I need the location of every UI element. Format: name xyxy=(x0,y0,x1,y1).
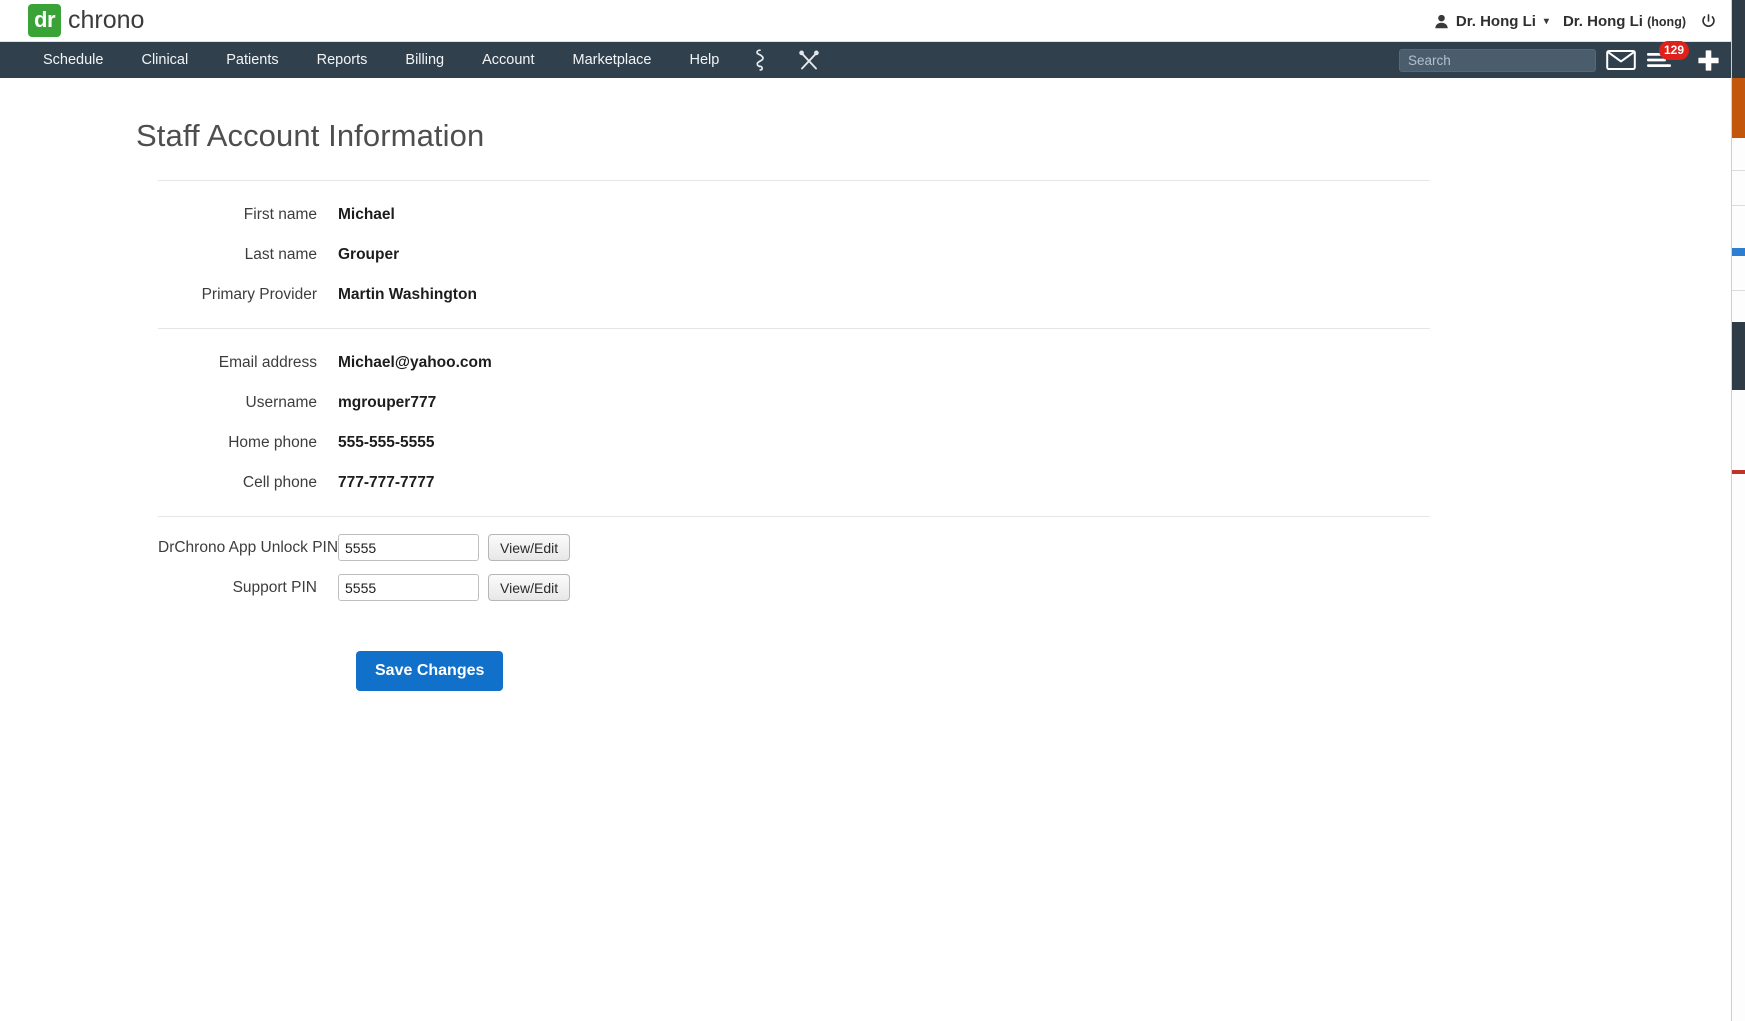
staff-account-form: First name Michael Last name Grouper Pri… xyxy=(158,180,1430,691)
current-user-handle: (hong) xyxy=(1647,14,1686,29)
sliver-line-3 xyxy=(1732,290,1745,291)
envelope-icon[interactable] xyxy=(1606,49,1636,71)
app-unlock-pin-input[interactable] xyxy=(338,534,479,561)
field-value-username: mgrouper777 xyxy=(338,394,437,411)
save-changes-button[interactable]: Save Changes xyxy=(356,651,504,691)
current-user-name: Dr. Hong Li xyxy=(1562,12,1643,30)
field-label-first-name: First name xyxy=(243,206,317,223)
plus-icon[interactable] xyxy=(1696,48,1721,73)
user-menu[interactable]: Dr. Hong Li ▾ xyxy=(1434,13,1549,30)
field-value-home-phone: 555-555-5555 xyxy=(338,434,435,451)
field-row-primary-provider: Primary Provider Martin Washington xyxy=(158,275,1430,315)
browser-viewport: dr chrono Dr. Hong Li ▾ Dr. Hong Li (hon… xyxy=(0,0,1731,1021)
main-navigation: Schedule Clinical Patients Reports Billi… xyxy=(0,41,1731,78)
app-root: dr chrono Dr. Hong Li ▾ Dr. Hong Li (hon… xyxy=(0,0,1745,1021)
logo-mark: dr xyxy=(28,4,61,37)
field-row-cell-phone: Cell phone 777-777-7777 xyxy=(158,463,1430,503)
main-content: Staff Account Information First name Mic… xyxy=(0,118,1731,691)
support-pin-view-edit-button[interactable]: View/Edit xyxy=(488,574,571,601)
support-pin-input[interactable] xyxy=(338,574,479,601)
field-label-username: Username xyxy=(245,394,318,411)
nav-item-account[interactable]: Account xyxy=(463,42,553,78)
field-value-email-address: Michael@yahoo.com xyxy=(338,354,492,371)
chevron-down-icon: ▾ xyxy=(1543,15,1549,27)
person-icon xyxy=(1434,14,1449,29)
page-title: Staff Account Information xyxy=(136,118,485,153)
field-row-email-address: Email address Michael@yahoo.com xyxy=(158,343,1430,383)
sliver-band-red xyxy=(1732,470,1745,474)
sliver-band-blue xyxy=(1732,248,1745,256)
power-icon[interactable] xyxy=(1700,13,1717,30)
caduceus-icon[interactable] xyxy=(738,42,782,78)
field-value-primary-provider: Martin Washington xyxy=(338,286,477,303)
field-row-app-unlock-pin: DrChrono App Unlock PIN View/Edit xyxy=(158,531,1430,564)
field-label-email-address: Email address xyxy=(218,354,317,371)
sliver-band-dark xyxy=(1732,0,1745,78)
nav-item-billing[interactable]: Billing xyxy=(386,42,463,78)
pin-field-group: DrChrono App Unlock PIN View/Edit Suppor… xyxy=(158,517,1430,617)
field-value-last-name: Grouper xyxy=(338,246,400,263)
field-row-support-pin: Support PIN View/Edit xyxy=(158,571,1430,604)
sliver-band-orange xyxy=(1732,78,1745,138)
field-row-home-phone: Home phone 555-555-5555 xyxy=(158,423,1430,463)
field-label-support-pin: Support PIN xyxy=(232,578,317,596)
sliver-band-dark-2 xyxy=(1732,322,1745,390)
field-label-app-unlock-pin: DrChrono App Unlock PIN xyxy=(158,538,339,556)
field-value-first-name: Michael xyxy=(338,206,395,223)
nav-item-clinical[interactable]: Clinical xyxy=(122,42,207,78)
hamburger-icon[interactable]: 129 xyxy=(1646,41,1690,70)
contact-field-group: Email address Michael@yahoo.com Username… xyxy=(158,329,1430,516)
user-menu-label: Dr. Hong Li xyxy=(1455,12,1536,30)
notification-badge: 129 xyxy=(1659,41,1690,60)
form-actions: Save Changes xyxy=(356,651,1430,691)
field-label-home-phone: Home phone xyxy=(228,434,317,451)
nav-item-marketplace[interactable]: Marketplace xyxy=(554,42,671,78)
nav-item-patients[interactable]: Patients xyxy=(207,42,297,78)
app-unlock-pin-view-edit-button[interactable]: View/Edit xyxy=(488,534,571,561)
nav-item-reports[interactable]: Reports xyxy=(298,42,387,78)
background-window-sliver[interactable] xyxy=(1731,0,1745,1021)
identity-field-group: First name Michael Last name Grouper Pri… xyxy=(158,181,1430,328)
nav-tools: 129 xyxy=(1399,41,1721,78)
field-row-username: Username mgrouper777 xyxy=(158,383,1430,423)
field-label-cell-phone: Cell phone xyxy=(242,474,317,491)
crossed-instruments-icon[interactable] xyxy=(782,42,836,78)
sliver-line-2 xyxy=(1732,205,1745,206)
search-input[interactable] xyxy=(1399,48,1596,72)
nav-item-schedule[interactable]: Schedule xyxy=(24,42,122,78)
field-row-first-name: First name Michael xyxy=(158,195,1430,235)
drchrono-logo[interactable]: dr chrono xyxy=(28,4,144,37)
field-row-last-name: Last name Grouper xyxy=(158,235,1430,275)
brand-bar-right: Dr. Hong Li ▾ Dr. Hong Li (hong) xyxy=(1434,0,1717,42)
field-label-last-name: Last name xyxy=(244,246,317,263)
nav-item-list: Schedule Clinical Patients Reports Billi… xyxy=(24,42,836,78)
sliver-line-1 xyxy=(1732,170,1745,171)
field-label-primary-provider: Primary Provider xyxy=(201,286,317,303)
current-user-display: Dr. Hong Li (hong) xyxy=(1563,13,1686,30)
field-value-cell-phone: 777-777-7777 xyxy=(338,474,435,491)
logo-wordmark: chrono xyxy=(68,6,145,34)
nav-item-help[interactable]: Help xyxy=(670,42,738,78)
brand-bar: dr chrono Dr. Hong Li ▾ Dr. Hong Li (hon… xyxy=(0,0,1731,42)
